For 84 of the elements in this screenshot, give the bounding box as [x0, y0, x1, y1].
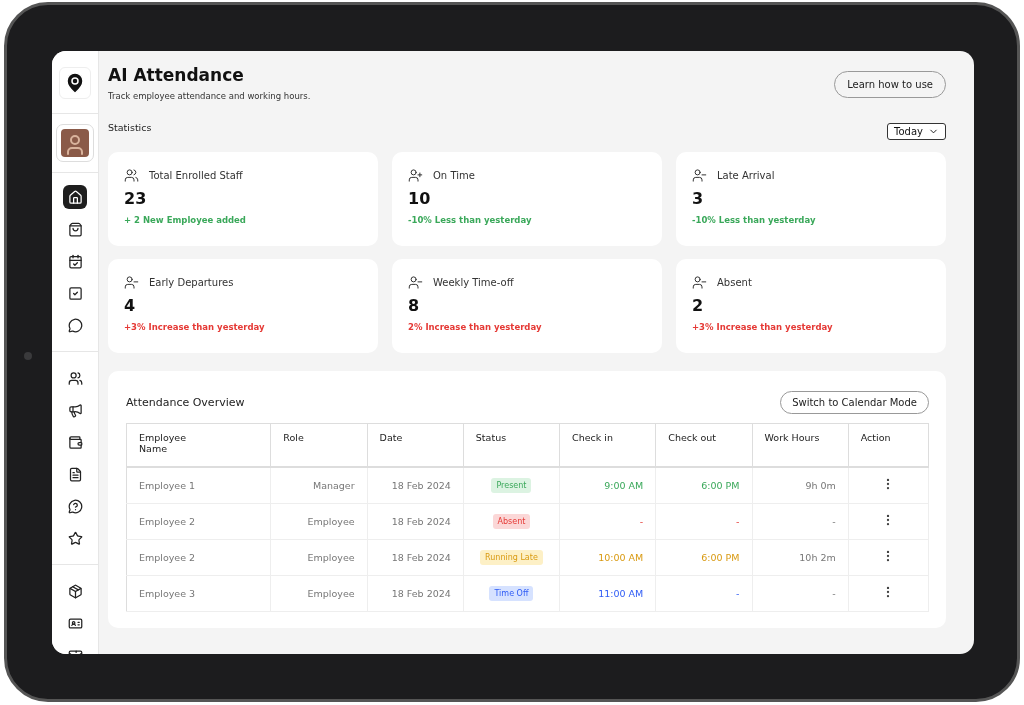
table-cell: Employee 2: [126, 539, 271, 575]
stat-change: + 2 New Employee added: [124, 215, 246, 225]
stat-change: +3% Increase than yesterday: [124, 322, 265, 332]
section-title: Statistics: [108, 122, 152, 133]
stat-change: 2% Increase than yesterday: [408, 322, 542, 332]
help-icon: [67, 498, 83, 514]
table-cell: Manager: [270, 466, 368, 503]
sidebar-item[interactable]: [63, 185, 87, 209]
stat-label: On Time: [433, 170, 475, 181]
table-cell: 10:00 AM: [559, 539, 656, 575]
stat-label: Weekly Time-off: [433, 277, 514, 288]
stat-change: +3% Increase than yesterday: [692, 322, 833, 332]
stat-label: Early Departures: [149, 277, 234, 288]
table-cell: 6:00 PM: [655, 539, 753, 575]
stat-value: 2: [692, 296, 705, 315]
stat-change: -10% Less than yesterday: [408, 215, 532, 225]
logo: [59, 67, 91, 99]
user-minus-icon: [124, 275, 139, 290]
period-dropdown[interactable]: Today: [887, 123, 946, 140]
calendar-mode-button[interactable]: Switch to Calendar Mode: [780, 391, 929, 414]
status-badge: Time Off: [489, 585, 534, 601]
column-header: Check in: [559, 423, 656, 467]
panel-title: Attendance Overview: [126, 396, 245, 409]
column-header: Work Hours: [752, 423, 849, 467]
user-minus-icon: [692, 168, 707, 183]
stat-value: 23: [124, 189, 148, 208]
stat-change: -10% Less than yesterday: [692, 215, 816, 225]
status-badge: Absent: [492, 513, 531, 529]
status-badge: Present: [491, 477, 532, 493]
stat-value: 4: [124, 296, 137, 315]
table-cell: Employee 2: [126, 503, 271, 539]
users-icon: [67, 370, 83, 386]
table-cell: 18 Feb 2024: [367, 575, 464, 611]
table-cell: Employee: [270, 503, 368, 539]
column-header: Employee Name: [126, 423, 271, 467]
learn-button[interactable]: Learn how to use: [834, 71, 946, 98]
calendar-icon: [67, 253, 83, 269]
table-cell: Employee 1: [126, 466, 271, 503]
table-cell: 6:00 PM: [655, 466, 753, 503]
bag-icon: [67, 221, 83, 237]
table-cell: 18 Feb 2024: [367, 466, 464, 503]
table-cell: 9:00 AM: [559, 466, 656, 503]
user-minus-icon: [408, 275, 423, 290]
column-header: Check out: [655, 423, 753, 467]
table-cell: -: [559, 503, 656, 539]
column-header: Role: [270, 423, 368, 467]
stat-value: 8: [408, 296, 421, 315]
checkbox-icon: [67, 285, 83, 301]
box-icon: [67, 583, 83, 599]
avatar[interactable]: [56, 124, 94, 162]
home-icon: [67, 189, 83, 205]
table-cell: Employee: [270, 539, 368, 575]
card-icon: [67, 615, 83, 631]
table-cell: Employee: [270, 575, 368, 611]
table-cell: 18 Feb 2024: [367, 503, 464, 539]
column-header: Status: [463, 423, 560, 467]
user-minus-icon: [692, 275, 707, 290]
page-title: AI Attendance: [108, 65, 245, 85]
stat-label: Total Enrolled Staff: [149, 170, 243, 181]
table-cell: 18 Feb 2024: [367, 539, 464, 575]
column-header: Date: [367, 423, 464, 467]
stat-value: 10: [408, 189, 432, 208]
table-cell: -: [655, 575, 753, 611]
wallet-icon: [67, 434, 83, 450]
chat-icon: [67, 317, 83, 333]
users-icon: [124, 168, 139, 183]
stat-label: Late Arrival: [717, 170, 775, 181]
table-cell: -: [752, 503, 849, 539]
table-cell: 11:00 AM: [559, 575, 656, 611]
table-cell: Employee 3: [126, 575, 271, 611]
star-icon: [67, 530, 83, 546]
status-badge: Running Late: [480, 549, 543, 565]
user-plus-icon: [408, 168, 423, 183]
table-cell: 9h 0m: [752, 466, 849, 503]
megaphone-icon: [67, 402, 83, 418]
table-cell: -: [655, 503, 753, 539]
table-cell: -: [752, 575, 849, 611]
stat-label: Absent: [717, 277, 752, 288]
document-icon: [67, 466, 83, 482]
stat-value: 3: [692, 189, 705, 208]
page-subtitle: Track employee attendance and working hours.: [108, 91, 311, 101]
column-header: Action: [848, 423, 929, 467]
camera-dot: [24, 352, 32, 360]
table-cell: 10h 2m: [752, 539, 849, 575]
